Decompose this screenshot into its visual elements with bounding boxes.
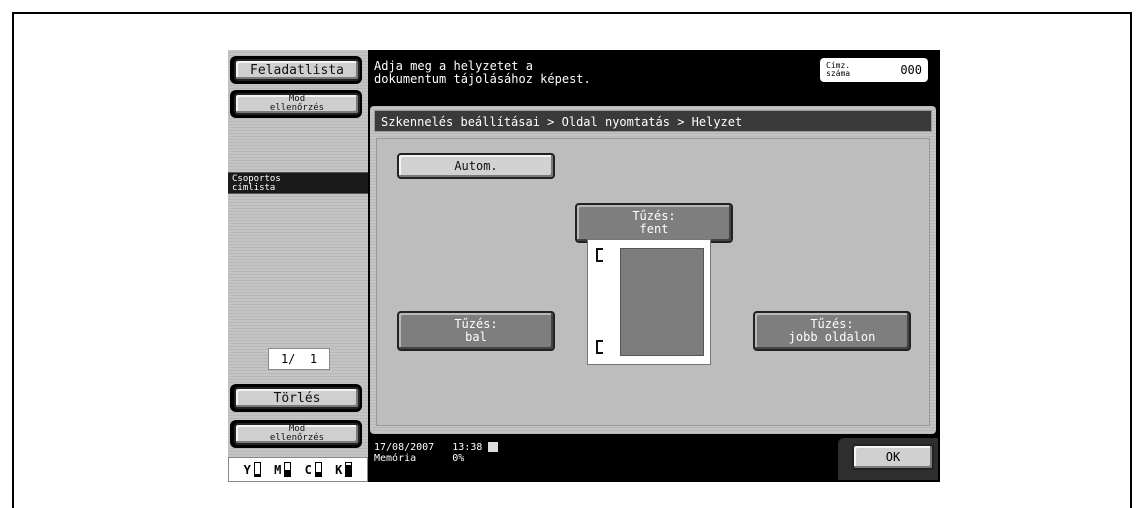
status-text: 17/08/2007 13:38 Memória 0% [374,442,499,464]
group-address-list-label[interactable]: Csoportos címlista [228,172,368,194]
document-preview [587,239,711,365]
address-count-value: 000 [900,63,922,77]
memory-value: 0% [452,453,465,464]
instruction-message: Adja meg a helyzetet a dokumentum tájolá… [374,59,591,86]
staple-mark-bottom [596,340,603,354]
toner-levels: Y M C K [228,457,368,482]
delete-button-wrap: Törlés [230,384,362,412]
fax-status-icon [488,442,499,452]
toner-y: Y [244,462,261,477]
auto-button[interactable]: Autom. [397,153,555,179]
content-area: Szkennelés beállításai > Oldal nyomtatás… [370,106,936,434]
toner-c: C [305,462,322,477]
page-counter: 1/ 1 [268,348,330,370]
address-count-label: Címz. száma [826,61,851,78]
status-time: 13:38 [452,442,483,453]
staple-top-button[interactable]: Tűzés: fent [575,203,733,243]
staple-mark-top [596,248,603,262]
job-list-button-wrap: Feladatlista [230,56,362,84]
address-count-box: Címz. száma 000 [820,58,928,82]
job-list-button[interactable]: Feladatlista [234,59,360,81]
document-image [620,248,704,356]
toner-k: K [335,462,353,477]
device-screen: Feladatlista Mód ellenőrzés Csoportos cí… [228,50,940,482]
position-panel: Autom. Tűzés: fent Tűzés: bal Tűzés: job… [376,138,930,426]
left-panel: Feladatlista Mód ellenőrzés Csoportos cí… [228,50,368,482]
mode-check-bottom-button[interactable]: Mód ellenőrzés [234,423,360,445]
mode-check-button[interactable]: Mód ellenőrzés [234,93,360,115]
mode-check-bottom-button-wrap: Mód ellenőrzés [230,420,362,448]
breadcrumb: Szkennelés beállításai > Oldal nyomtatás… [374,110,932,132]
memory-label: Memória [374,453,417,464]
staple-left-button[interactable]: Tűzés: bal [397,311,555,351]
mode-check-button-wrap: Mód ellenőrzés [230,90,362,118]
delete-button[interactable]: Törlés [234,387,360,409]
staple-right-button[interactable]: Tűzés: jobb oldalon [753,311,911,351]
ok-button[interactable]: OK [852,444,934,470]
ok-area: OK [838,438,938,480]
toner-m: M [274,462,292,477]
status-date: 17/08/2007 [374,442,435,453]
